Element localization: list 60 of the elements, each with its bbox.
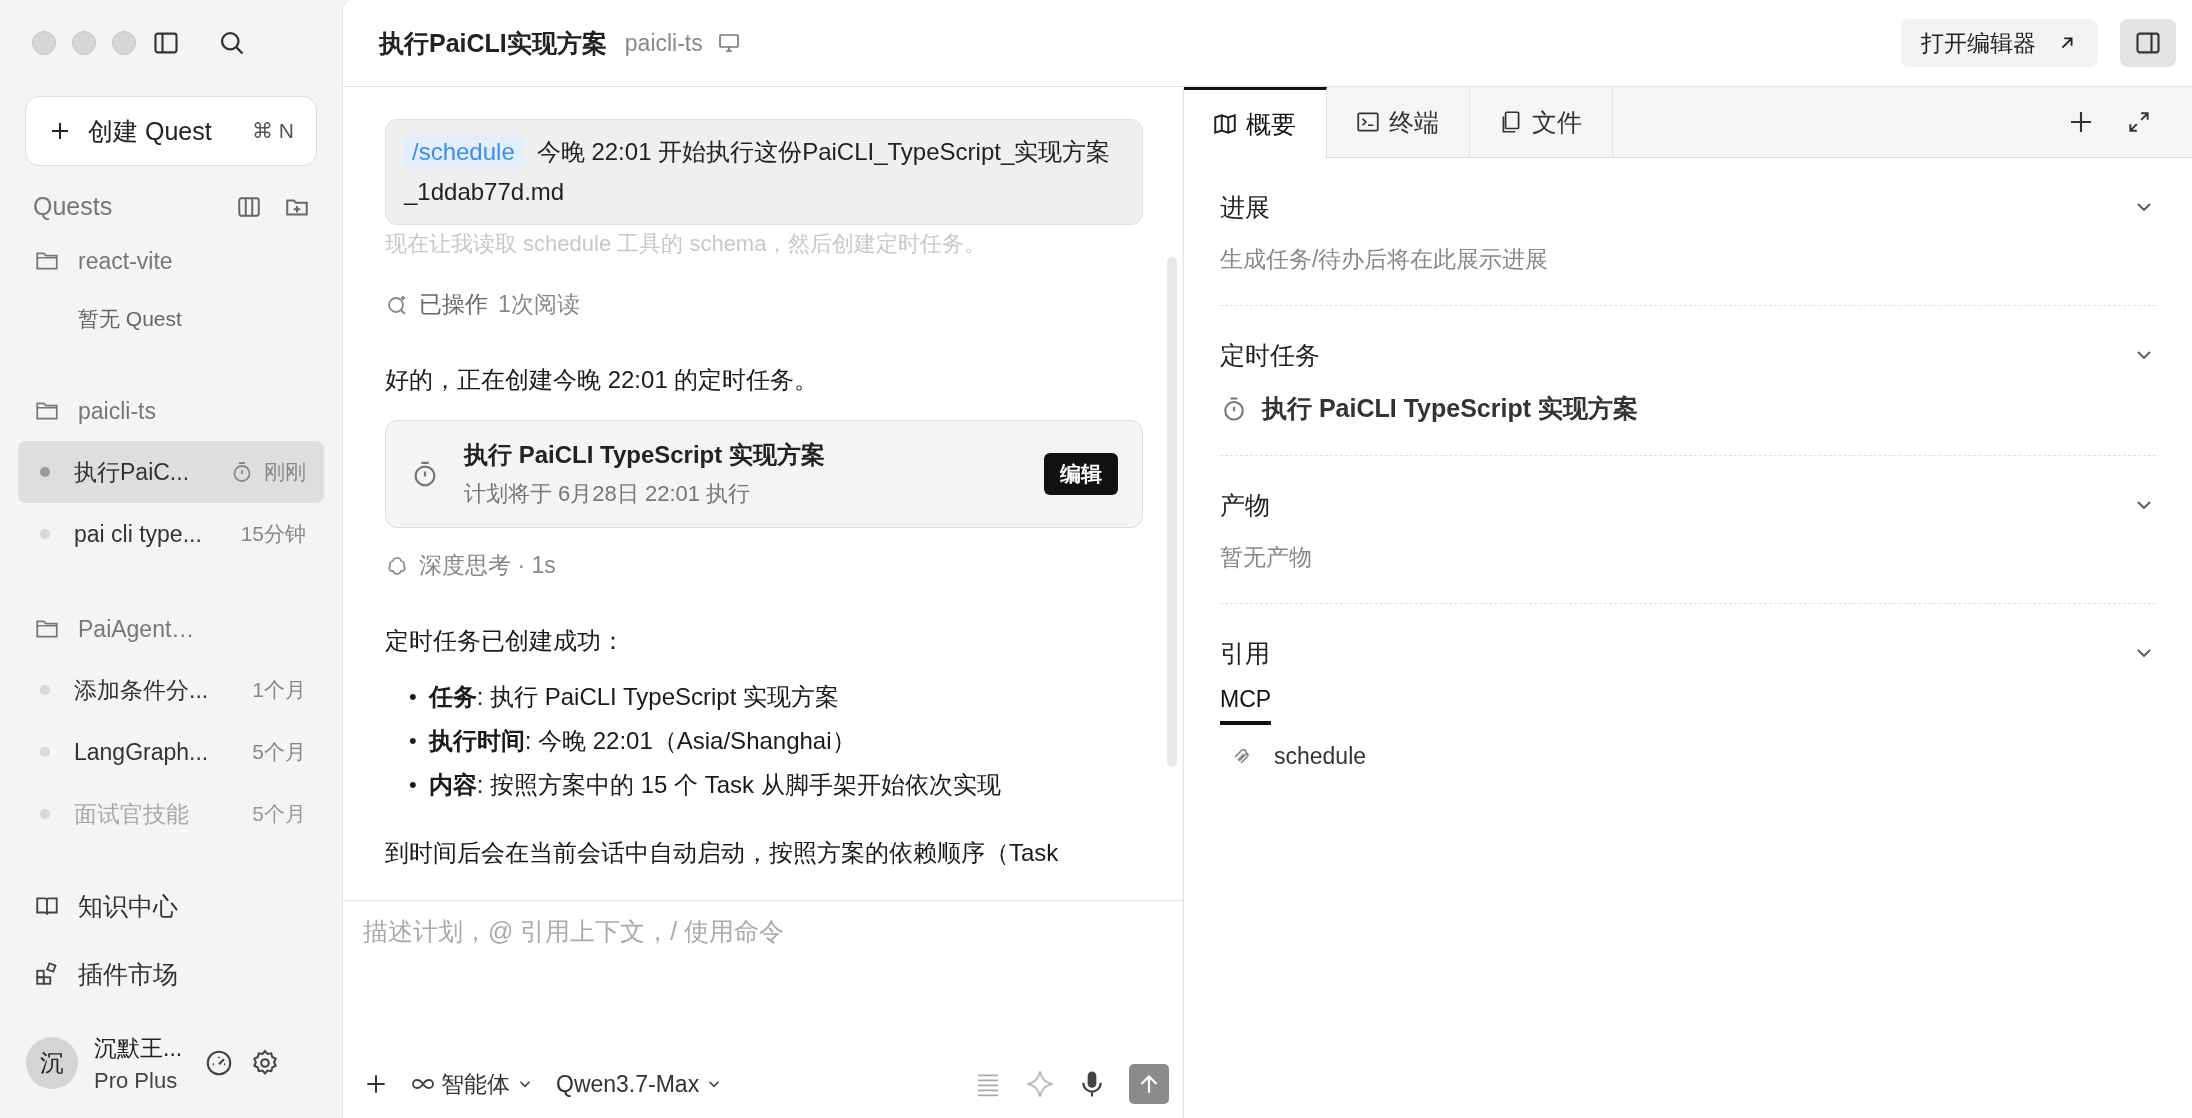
reference-name[interactable]: schedule <box>1274 743 1367 770</box>
model-selector[interactable]: Qwen3.7-Max <box>556 1070 724 1098</box>
user-avatar[interactable]: 沉 <box>26 1037 78 1089</box>
message-text: /schedule 今晚 22:01 开始执行这份PaiCLI_TypeScript_实现方案_1ddab77d.md <box>404 135 1112 207</box>
open-editor-button[interactable]: 打开编辑器 <box>1901 19 2098 67</box>
nav-link[interactable]: 知识中心 <box>34 872 324 940</box>
section-title[interactable]: 引用 <box>1220 636 1270 670</box>
empty-text: 生成任务/待办后将在此展示进展 <box>1220 245 1550 274</box>
list-item: 内容: 按照方案中的 15 个 Task 从脚手架开始依次实现 <box>428 770 1001 800</box>
quest-item[interactable]: 执行PaiC... 刚刚 <box>18 441 324 503</box>
new-quest-button[interactable]: 创建 Quest ⌘ N <box>25 96 317 166</box>
reference-tab[interactable]: MCP <box>1220 686 1272 725</box>
bullet-mark: • <box>409 771 417 799</box>
list-item: 执行时间: 今晚 22:01（Asia/Shanghai） <box>428 726 856 756</box>
folder-item[interactable]: react-vite <box>18 231 324 291</box>
message-input[interactable]: 描述计划，@ 引用上下文，/ 使用命令 <box>363 911 1169 1064</box>
panel-tab[interactable]: 概要 <box>1184 87 1327 159</box>
status-dot <box>40 685 50 695</box>
edit-button[interactable]: 编辑 <box>1044 453 1118 495</box>
project-name: paicli-ts <box>624 29 703 57</box>
thinking-label[interactable]: 深度思考 · 1s <box>419 550 556 581</box>
task-title: 执行 PaiCLI TypeScript 实现方案 <box>464 440 826 470</box>
user-name: 沉默王... <box>94 1033 183 1063</box>
terminal-icon <box>1355 109 1381 135</box>
message-text: 定时任务已创建成功： <box>385 626 626 656</box>
send-button[interactable] <box>1129 1064 1169 1104</box>
mode-selector[interactable]: 智能体 <box>411 1068 534 1100</box>
nav-link[interactable]: 插件市场 <box>34 940 324 1008</box>
section-title[interactable]: 定时任务 <box>1220 338 1320 372</box>
user-plan: Pro Plus <box>94 1067 179 1094</box>
status-label[interactable]: 已操作 <box>419 289 488 320</box>
quest-item[interactable]: LangGraph... 5个月 <box>18 721 324 783</box>
panel-tab[interactable]: 文件 <box>1470 87 1613 157</box>
status-dot <box>40 747 50 757</box>
monitor-icon <box>716 31 741 55</box>
quest-item[interactable]: pai cli type... 15分钟 <box>18 503 324 565</box>
status-dot <box>40 467 50 477</box>
status-detail: 1次阅读 <box>498 290 580 319</box>
status-dot <box>40 529 50 539</box>
panel-toggle-button[interactable] <box>2120 19 2176 67</box>
panel-tab[interactable]: 终端 <box>1327 87 1470 157</box>
folder-item[interactable]: PaiAgent… <box>18 599 324 659</box>
folder-item[interactable]: paicli-ts <box>18 381 324 441</box>
status-dot <box>40 809 50 819</box>
message-text: 好的，正在创建今晚 22:01 的定时任务。 <box>385 365 820 395</box>
section-title[interactable]: 进展 <box>1220 190 1270 224</box>
expand-icon[interactable] <box>2126 109 2152 135</box>
empty-text: 暂无产物 <box>1220 543 1313 572</box>
task-schedule: 计划将于 6月28日 22:01 执行 <box>464 480 752 508</box>
search-icon[interactable] <box>218 29 246 57</box>
scheduled-task[interactable]: 执行 PaiCLI TypeScript 实现方案 <box>1262 392 1638 425</box>
list-item: 任务: 执行 PaiCLI TypeScript 实现方案 <box>428 682 840 712</box>
bullet-mark: • <box>409 683 417 711</box>
quest-item[interactable]: 添加条件分... 1个月 <box>18 659 324 721</box>
empty-text: 暂无 Quest <box>77 306 183 332</box>
quest-title: 执行PaiCLI实现方案 <box>379 27 607 59</box>
bullet-mark: • <box>409 727 417 755</box>
section-title[interactable]: 产物 <box>1220 488 1270 522</box>
message-text: 到时间后会在当前会话中自动启动，按照方案的依赖顺序（Task <box>385 838 1060 868</box>
section-title: Quests <box>33 192 113 221</box>
